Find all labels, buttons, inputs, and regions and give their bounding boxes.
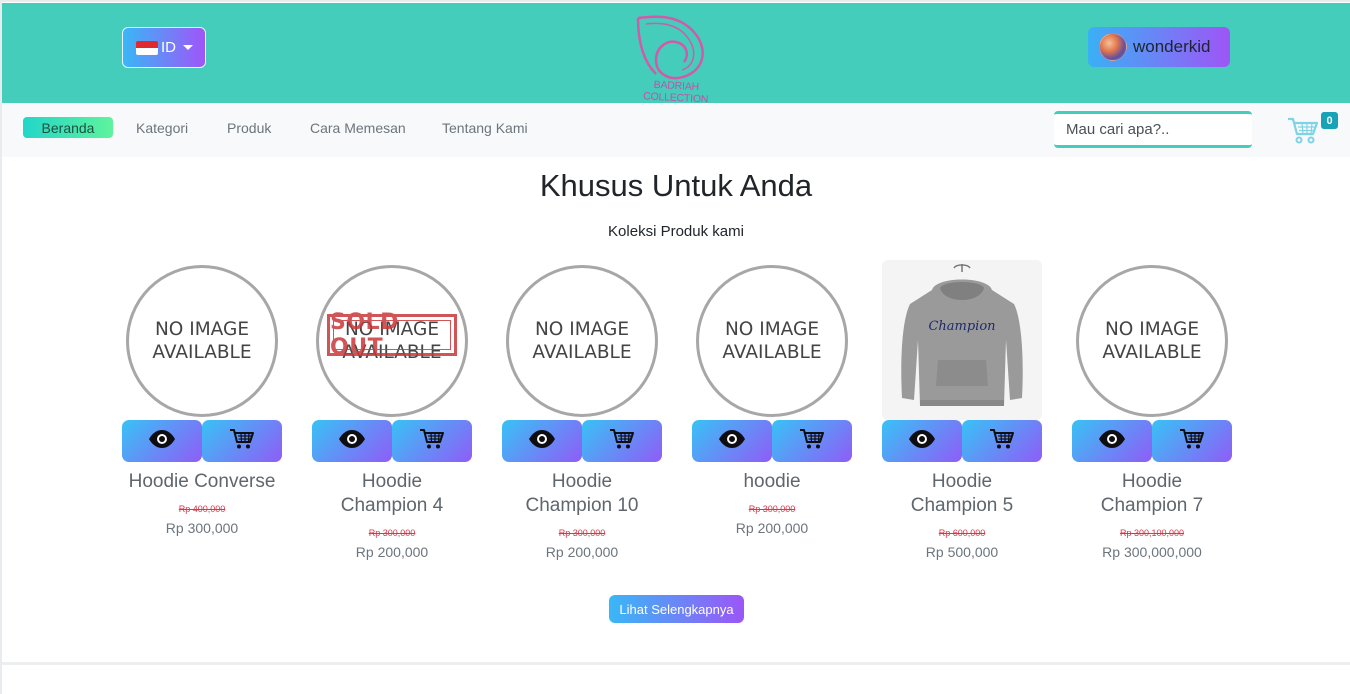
section-title: Khusus Untuk Anda — [539, 168, 813, 203]
eye-icon — [908, 429, 936, 454]
no-image-placeholder: NO IMAGE AVAILABLE — [126, 265, 278, 417]
product-actions — [502, 420, 662, 462]
svg-text:Champion: Champion — [928, 319, 995, 334]
no-image-placeholder: NO IMAGE AVAILABLE — [1076, 265, 1228, 417]
add-to-cart-button[interactable] — [392, 420, 472, 462]
product-card[interactable]: NO IMAGE AVAILABLE Hoodie Converse Rp 400,0… — [122, 258, 282, 568]
product-image[interactable]: NO IMAGE AVAILABLE — [122, 258, 282, 420]
product-actions — [1072, 420, 1232, 462]
nav-item-produk[interactable]: Produk — [227, 117, 271, 139]
product-image[interactable]: NO IMAGE AVAILABLE — [502, 258, 662, 420]
sold-out-stamp: SOLD OUT — [327, 310, 457, 360]
user-menu-button[interactable]: wonderkid — [1088, 27, 1230, 67]
top-header: ID BADRIAH COLLECTION wonderkid — [2, 3, 1350, 106]
product-name[interactable]: Hoodie Converse — [102, 470, 302, 494]
product-image[interactable]: NO IMAGE AVAILABLE — [692, 258, 852, 420]
sale-price: Rp 200,000 — [355, 544, 429, 560]
cart-icon — [1179, 428, 1205, 455]
view-product-button[interactable] — [502, 420, 582, 462]
cart-icon — [229, 428, 255, 455]
original-price: Rp 300,000 — [748, 504, 796, 514]
nav-item-tentang-kami[interactable]: Tentang Kami — [442, 117, 528, 139]
no-image-placeholder: NO IMAGE AVAILABLE — [696, 265, 848, 417]
sale-price: Rp 300,000 — [165, 520, 239, 536]
eye-icon — [718, 429, 746, 454]
product-card[interactable]: NO IMAGE AVAILABLE hoodie Rp 300,000 Rp 200,… — [692, 258, 852, 568]
search-input[interactable] — [1054, 111, 1252, 148]
cart-icon — [799, 428, 825, 455]
cart-icon — [1288, 117, 1319, 144]
cart-icon — [419, 428, 445, 455]
cart-icon — [989, 428, 1015, 455]
original-price: Rp 300,000 — [368, 528, 416, 538]
product-image[interactable]: Champion — [882, 258, 1042, 420]
add-to-cart-button[interactable] — [582, 420, 662, 462]
no-image-placeholder: NO IMAGE AVAILABLE — [506, 265, 658, 417]
main-navbar: Beranda Kategori Produk Cara Memesan Ten… — [2, 103, 1350, 157]
hoodie-photo: Champion — [882, 260, 1042, 420]
sale-price: Rp 200,000 — [545, 544, 619, 560]
product-card[interactable]: Champion Hoodie Champion 5 Rp 600,000 Rp 500… — [882, 258, 1042, 568]
section-subtitle: Koleksi Produk kami — [608, 223, 744, 240]
cart-icon — [609, 428, 635, 455]
nav-item-cara-memesan[interactable]: Cara Memesan — [310, 117, 406, 139]
product-name[interactable]: Hoodie Champion 7 — [1052, 470, 1252, 518]
product-actions — [692, 420, 852, 462]
add-to-cart-button[interactable] — [202, 420, 282, 462]
cart-button[interactable]: 0 — [1286, 111, 1338, 147]
sale-price: Rp 500,000 — [925, 544, 999, 560]
product-actions — [882, 420, 1042, 462]
view-product-button[interactable] — [692, 420, 772, 462]
product-card[interactable]: NO IMAGE AVAILABLE Hoodie Champion 10 Rp 300… — [502, 258, 662, 568]
nav-item-beranda[interactable]: Beranda — [23, 117, 113, 138]
sale-price: Rp 200,000 — [735, 520, 809, 536]
product-name[interactable]: Hoodie Champion 5 — [862, 470, 1062, 518]
caret-down-icon — [183, 45, 193, 50]
original-price: Rp 300,100,000 — [1119, 528, 1185, 538]
see-more-button[interactable]: Lihat Selengkapnya — [609, 595, 744, 623]
footer-divider — [2, 662, 1350, 665]
eye-icon — [1098, 429, 1126, 454]
language-label: ID — [161, 39, 176, 56]
product-image[interactable]: NO IMAGE AVAILABLE — [1072, 258, 1232, 420]
add-to-cart-button[interactable] — [962, 420, 1042, 462]
eye-icon — [148, 429, 176, 454]
product-card[interactable]: NO IMAGE AVAILABLE Hoodie Champion 7 Rp 300,… — [1072, 258, 1232, 568]
sale-price: Rp 300,000,000 — [1102, 544, 1202, 560]
add-to-cart-button[interactable] — [772, 420, 852, 462]
product-actions — [122, 420, 282, 462]
add-to-cart-button[interactable] — [1152, 420, 1232, 462]
nav-item-kategori[interactable]: Kategori — [136, 117, 188, 139]
avatar — [1099, 33, 1127, 61]
product-image[interactable]: NO IMAGE AVAILABLE SOLD OUT — [312, 258, 472, 420]
eye-icon — [528, 429, 556, 454]
cart-count-badge: 0 — [1321, 112, 1338, 129]
original-price: Rp 600,000 — [938, 528, 986, 538]
product-name[interactable]: Hoodie Champion 10 — [482, 470, 682, 518]
view-product-button[interactable] — [122, 420, 202, 462]
original-price: Rp 400,000 — [178, 504, 226, 514]
eye-icon — [338, 429, 366, 454]
product-actions — [312, 420, 472, 462]
view-product-button[interactable] — [1072, 420, 1152, 462]
indonesia-flag-icon — [136, 40, 158, 55]
view-product-button[interactable] — [882, 420, 962, 462]
username-label: wonderkid — [1133, 37, 1211, 56]
view-product-button[interactable] — [312, 420, 392, 462]
original-price: Rp 300,000 — [558, 528, 606, 538]
product-card[interactable]: NO IMAGE AVAILABLE SOLD OUT Hoodie Champion … — [312, 258, 472, 568]
language-dropdown[interactable]: ID — [122, 27, 206, 68]
product-name[interactable]: Hoodie Champion 4 — [292, 470, 492, 518]
product-name[interactable]: hoodie — [672, 470, 872, 494]
